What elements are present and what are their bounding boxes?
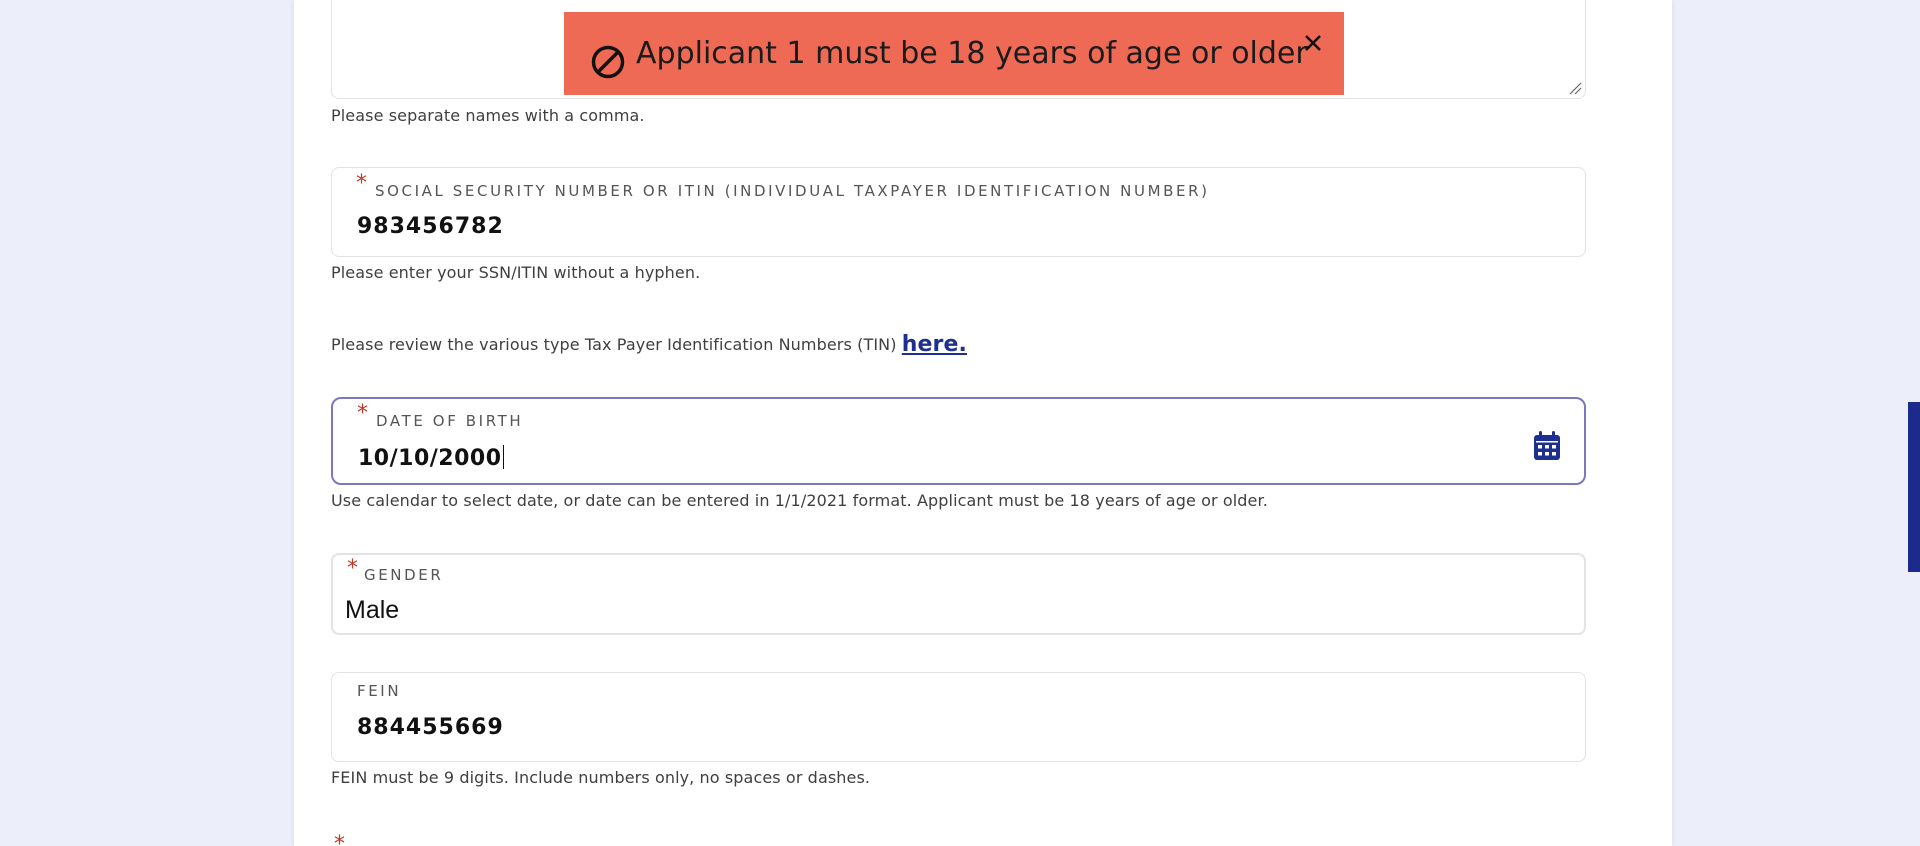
dob-value: 10/10/2000	[358, 446, 502, 471]
fein-field[interactable]: FEIN 884455669	[331, 672, 1586, 762]
form-page: Please separate names with a comma. * SO…	[294, 0, 1672, 846]
required-mark: *	[357, 401, 368, 426]
tin-notice-text: Please review the various type Tax Payer…	[331, 335, 902, 354]
fein-helper: FEIN must be 9 digits. Include numbers o…	[331, 768, 871, 787]
required-mark: *	[356, 171, 367, 196]
scrollbar-thumb[interactable]	[1908, 402, 1920, 572]
fein-input[interactable]: 884455669	[357, 715, 504, 740]
required-mark: *	[347, 556, 358, 581]
ssn-label: SOCIAL SECURITY NUMBER OR ITIN (INDIVIDU…	[375, 182, 1210, 200]
close-icon[interactable]	[1298, 28, 1328, 58]
tin-here-link[interactable]: here.	[902, 332, 967, 357]
ssn-input[interactable]: 983456782	[357, 214, 504, 239]
gender-select[interactable]: * GENDER Male	[331, 553, 1586, 635]
dob-label: DATE OF BIRTH	[376, 412, 524, 430]
next-question-required-mark: *	[334, 832, 345, 846]
fein-label: FEIN	[357, 682, 402, 700]
tin-notice: Please review the various type Tax Payer…	[331, 332, 967, 357]
ssn-helper: Please enter your SSN/ITIN without a hyp…	[331, 263, 701, 282]
error-toast: Applicant 1 must be 18 years of age or o…	[564, 12, 1344, 95]
dob-helper: Use calendar to select date, or date can…	[331, 491, 1268, 510]
ban-icon	[591, 45, 625, 79]
gender-value: Male	[345, 596, 400, 624]
toast-message: Applicant 1 must be 18 years of age or o…	[636, 36, 1308, 71]
text-cursor	[502, 445, 505, 469]
resize-handle-icon[interactable]	[1568, 81, 1582, 95]
ssn-field[interactable]: * SOCIAL SECURITY NUMBER OR ITIN (INDIVI…	[331, 167, 1586, 257]
names-helper: Please separate names with a comma.	[331, 106, 645, 125]
gender-label: GENDER	[364, 566, 444, 584]
dob-input[interactable]: 10/10/2000	[358, 445, 505, 471]
date-of-birth-field[interactable]: * DATE OF BIRTH 10/10/2000	[331, 397, 1586, 485]
calendar-icon[interactable]	[1533, 431, 1561, 461]
